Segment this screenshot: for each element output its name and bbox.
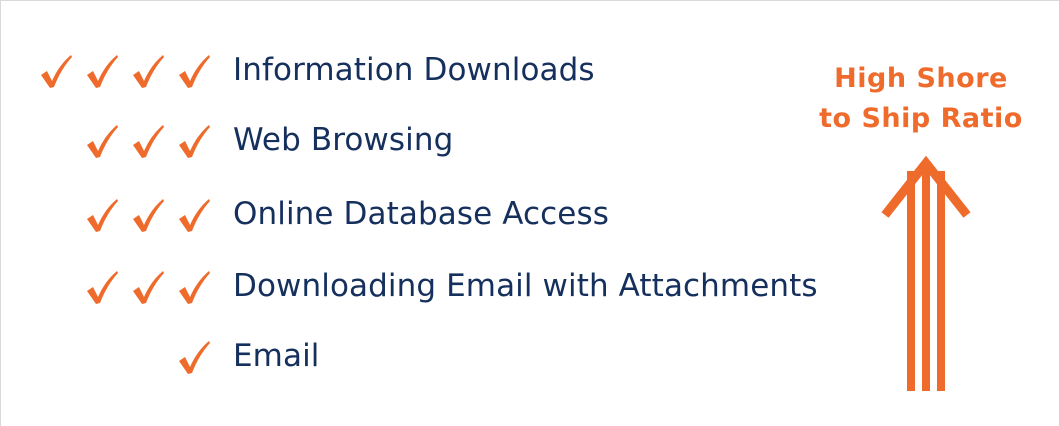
list-item: Downloading Email with Attachments <box>1 259 821 315</box>
check-group <box>1 187 210 243</box>
ratio-line-1: High Shore <box>834 63 1008 94</box>
list-item-label: Downloading Email with Attachments <box>233 268 818 304</box>
list-item-label: Information Downloads <box>233 52 595 88</box>
check-group <box>1 329 210 385</box>
check-group <box>1 113 210 169</box>
checkmark-icon <box>131 121 165 161</box>
diagram-frame: Information Downloads Web Browsing Online … <box>0 0 1059 426</box>
checkmark-icon <box>131 267 165 307</box>
checkmark-icon <box>131 51 165 91</box>
checkmark-icon <box>177 337 211 377</box>
list-item: Online Database Access <box>1 187 821 243</box>
checkmark-icon <box>177 121 211 161</box>
checkmark-icon <box>177 51 211 91</box>
list-item: Email <box>1 329 821 385</box>
list-item: Web Browsing <box>1 113 821 169</box>
checkmark-icon <box>177 267 211 307</box>
checkmark-icon <box>85 51 119 91</box>
checkmark-icon <box>85 267 119 307</box>
list-item-label: Email <box>233 338 320 374</box>
ratio-line-2: to Ship Ratio <box>819 103 1023 134</box>
list-item-label: Web Browsing <box>233 122 454 158</box>
checkmark-icon <box>85 195 119 235</box>
checkmark-icon <box>131 195 165 235</box>
check-group <box>1 43 210 99</box>
checkmark-icon <box>85 121 119 161</box>
checkmark-icon <box>177 195 211 235</box>
check-group <box>1 259 210 315</box>
ratio-caption: High Shore to Ship Ratio <box>791 41 1026 141</box>
ratio-text: High Shore to Ship Ratio <box>791 59 1026 139</box>
checkmark-icon <box>39 51 73 91</box>
list-item-label: Online Database Access <box>233 196 609 232</box>
list-item: Information Downloads <box>1 43 821 99</box>
up-arrow-icon <box>881 155 971 391</box>
